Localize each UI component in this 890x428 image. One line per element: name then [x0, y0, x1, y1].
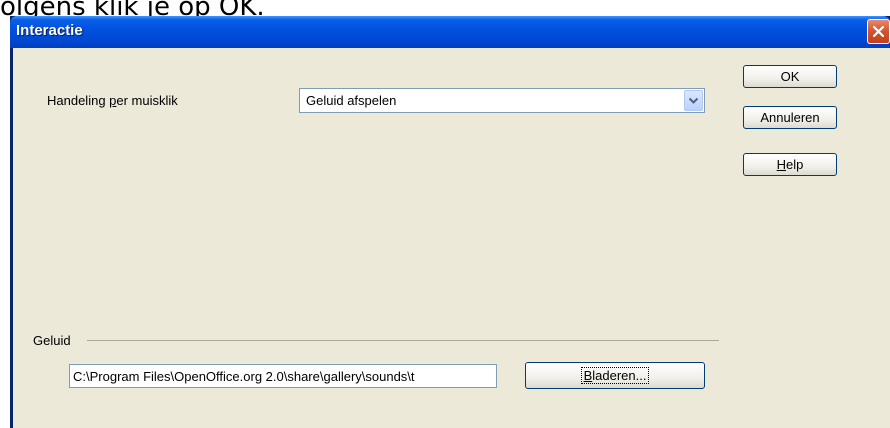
browse-button[interactable]: Bladeren... — [525, 362, 705, 389]
browse-focus-ring: Bladeren... — [580, 367, 650, 384]
dialog-title: Interactie — [16, 22, 83, 39]
action-label: Handeling per muisklik — [47, 93, 178, 108]
chevron-down-icon — [688, 97, 699, 104]
interactie-dialog: Interactie Handeling per muisklik Geluid… — [10, 16, 890, 428]
close-button[interactable] — [867, 19, 890, 44]
ok-button[interactable]: OK — [743, 65, 837, 88]
dialog-body: Handeling per muisklik Geluid afspelen O… — [13, 48, 890, 428]
action-select[interactable]: Geluid afspelen — [299, 88, 705, 113]
sound-path-value: C:\Program Files\OpenOffice.org 2.0\shar… — [73, 369, 415, 384]
title-bar[interactable]: Interactie — [10, 16, 890, 48]
action-select-value: Geluid afspelen — [306, 93, 397, 108]
sound-group-label: Geluid — [33, 333, 71, 348]
sound-path-field[interactable]: C:\Program Files\OpenOffice.org 2.0\shar… — [69, 364, 497, 388]
dropdown-button[interactable] — [684, 90, 703, 111]
cancel-button[interactable]: Annuleren — [743, 106, 837, 129]
group-divider — [87, 340, 719, 341]
help-button[interactable]: Help — [743, 153, 837, 176]
close-icon — [872, 25, 885, 38]
